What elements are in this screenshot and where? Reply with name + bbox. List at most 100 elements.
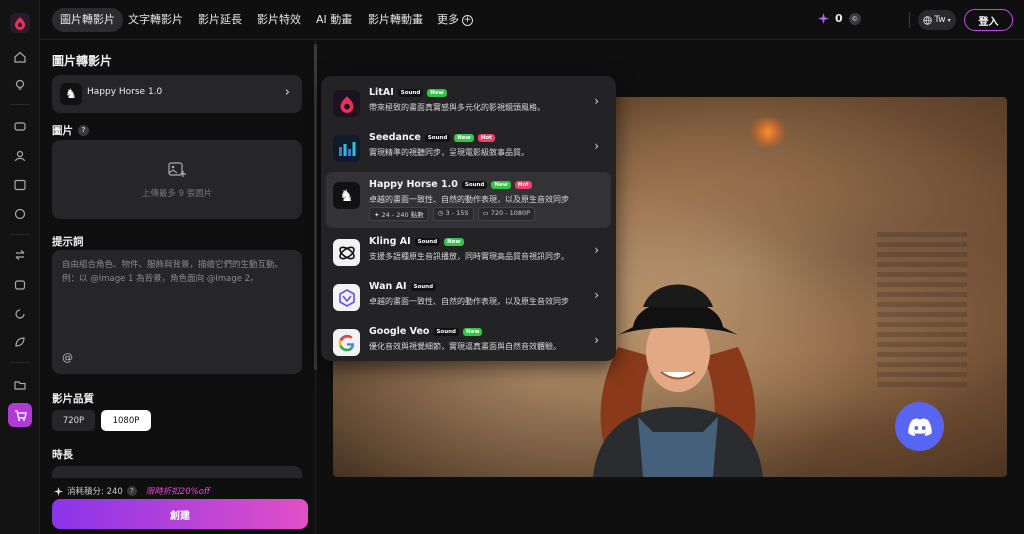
menu-item-title: Happy Horse 1.0 Sound New Hot: [369, 179, 532, 190]
prompt-placeholder: 自由組合角色、物件、服飾與背景，描繪它們的生動互動。例：以 @Image 1 為…: [62, 260, 284, 284]
new-badge: New: [444, 237, 464, 246]
menu-item-wan[interactable]: Wan AI Sound 卓越的畫面一致性、自然的動作表現，以及原生音效同步 ›: [326, 274, 611, 322]
cost-info: 消耗積分: 240 ? 限時折扣20%off: [54, 485, 210, 497]
app-logo-icon[interactable]: [10, 13, 30, 33]
chevron-down-icon: ▾: [947, 16, 951, 24]
swap-icon[interactable]: [12, 247, 28, 263]
user-icon[interactable]: [12, 148, 28, 164]
sound-badge: Sound: [461, 180, 488, 189]
menu-item-title: LitAI Sound New: [369, 87, 447, 98]
menu-item-happy-horse[interactable]: ♞ Happy Horse 1.0 Sound New Hot 卓越的畫面一致性、自然…: [326, 172, 611, 228]
image-upload-area[interactable]: 上傳最多 9 張圖片: [52, 140, 302, 219]
login-button[interactable]: 登入: [964, 9, 1013, 31]
tab-text-to-video[interactable]: 文字轉影片: [120, 8, 191, 32]
globe-icon: [923, 15, 933, 25]
model-name: Happy Horse 1.0: [369, 179, 458, 190]
model-description: 帶來極致的畫面真實感與多元化的影視鏡頭風格。: [369, 103, 545, 112]
duration-label: 時長: [52, 449, 73, 461]
model-description: 優化音效與視覺細節，實現逼真畫面與自然音效體驗。: [369, 342, 561, 351]
chip-text: 3 - 15S: [445, 209, 469, 217]
help-icon[interactable]: ?: [78, 125, 89, 136]
folder-icon[interactable]: [12, 377, 28, 393]
tab-ai-animation[interactable]: AI 動畫: [308, 8, 360, 32]
menu-item-seedance[interactable]: Seedance Sound New Hot 實現精準的視聽同步，呈現電影級敘事品質。…: [326, 125, 611, 173]
sparkle-icon: [818, 13, 829, 24]
language-selector[interactable]: Tw ▾: [918, 10, 956, 30]
quality-720p-button[interactable]: 720P: [52, 410, 95, 431]
prompt-input[interactable]: 自由組合角色、物件、服飾與背景，描繪它們的生動互動。例：以 @Image 1 為…: [52, 250, 302, 374]
top-nav: 圖片轉影片 文字轉影片 影片延長 影片特效 AI 動畫 影片轉動畫 更多 +: [40, 0, 1024, 40]
menu-item-google-veo[interactable]: Google Veo Sound New 優化音效與視覺細節，實現逼真畫面與自然音效…: [326, 319, 611, 367]
menu-item-litai[interactable]: LitAI Sound New 帶來極致的畫面真實感與多元化的影視鏡頭風格。 ›: [326, 80, 611, 128]
leaf-icon[interactable]: [12, 334, 28, 350]
menu-item-title: Google Veo Sound New: [369, 326, 483, 337]
settings-panel: 圖片轉影片 ♞ Happy Horse 1.0 › 圖片? 上傳最多 9 張圖片…: [40, 40, 316, 534]
tab-video-effects[interactable]: 影片特效: [249, 8, 309, 32]
fire-glow: [748, 117, 788, 147]
duration-slider[interactable]: [52, 466, 302, 478]
message-icon[interactable]: [12, 206, 28, 222]
hot-badge: Hot: [514, 180, 532, 189]
menu-item-title: Kling AI Sound New: [369, 236, 464, 247]
cart-icon[interactable]: [8, 403, 32, 427]
mention-button[interactable]: @: [62, 351, 73, 364]
model-name: Seedance: [369, 132, 421, 143]
chevron-right-icon: ›: [594, 139, 599, 153]
coin-icon: ©: [848, 12, 861, 25]
create-button[interactable]: 創建: [52, 499, 308, 529]
chip-text: 720 - 1080P: [490, 209, 531, 217]
discord-icon[interactable]: [895, 402, 944, 451]
home-icon[interactable]: [12, 49, 28, 65]
promo-text: 限時折扣20%off: [145, 487, 211, 497]
refresh-icon[interactable]: [12, 306, 28, 322]
sound-badge: Sound: [414, 237, 441, 246]
chat-icon[interactable]: [12, 119, 28, 135]
tab-more[interactable]: 更多 +: [429, 8, 481, 32]
model-name: Happy Horse 1.0: [87, 87, 163, 97]
chevron-right-icon: ›: [594, 94, 599, 108]
credits-range-chip: ✦ 24 - 240 點數: [369, 207, 429, 221]
tab-more-label: 更多: [437, 13, 459, 26]
seedance-logo-icon: [333, 135, 360, 162]
model-name: Google Veo: [369, 326, 430, 337]
image-label-text: 圖片: [52, 125, 73, 137]
sync-icon[interactable]: [12, 277, 28, 293]
menu-item-title: Wan AI Sound: [369, 281, 437, 292]
model-dropdown: LitAI Sound New 帶來極致的畫面真實感與多元化的影視鏡頭風格。 › S…: [321, 76, 616, 361]
nav-divider: [909, 12, 910, 28]
panel-scrollbar[interactable]: [314, 44, 317, 370]
quality-1080p-button[interactable]: 1080P: [101, 410, 151, 431]
cost-text: 消耗積分: 240: [67, 487, 123, 497]
model-description: 實現精準的視聽同步，呈現電影級敘事品質。: [369, 148, 529, 157]
model-selector[interactable]: ♞ Happy Horse 1.0 ›: [52, 75, 302, 113]
sound-badge: Sound: [433, 327, 459, 336]
quality-label: 影片品質: [52, 393, 94, 405]
image-upload-icon: [168, 162, 186, 177]
help-icon[interactable]: ?: [126, 486, 137, 496]
model-spec-chips: ✦ 24 - 240 點數 ◷ 3 - 15S ▭ 720 - 1080P: [369, 207, 536, 221]
bulb-icon[interactable]: [12, 77, 28, 93]
menu-item-kling[interactable]: Kling AI Sound New 支援多語種原生音訊播放，同時實現高品質音視訊同…: [326, 229, 611, 277]
credits-display[interactable]: 0 ©: [818, 12, 861, 25]
plus-circle-icon: +: [462, 14, 473, 26]
chevron-right-icon: ›: [284, 85, 290, 100]
upload-hint: 上傳最多 9 張圖片: [141, 189, 213, 199]
menu-item-title: Seedance Sound New Hot: [369, 132, 495, 143]
resolution-chip: ▭ 720 - 1080P: [477, 207, 536, 221]
image-label: 圖片?: [52, 123, 89, 138]
new-badge: New: [491, 180, 511, 189]
model-description: 卓越的畫面一致性、自然的動作表現，以及原生音效同步: [369, 297, 569, 306]
model-description: 卓越的畫面一致性、自然的動作表現，以及原生音效同步: [369, 195, 569, 204]
duration-chip: ◷ 3 - 15S: [432, 207, 474, 221]
tab-video-extend[interactable]: 影片延長: [190, 8, 250, 32]
tab-image-to-video[interactable]: 圖片轉影片: [52, 8, 123, 32]
litai-logo-icon: [333, 90, 360, 117]
rail-divider: [10, 104, 30, 105]
image-edit-icon[interactable]: [12, 177, 28, 193]
model-description: 支援多語種原生音訊播放，同時實現高品質音視訊同步。: [369, 252, 569, 261]
hot-badge: Hot: [477, 133, 495, 142]
tab-video-to-animation[interactable]: 影片轉動畫: [360, 8, 431, 32]
rail-divider: [10, 362, 30, 363]
sound-badge: Sound: [397, 88, 424, 97]
background-building: [877, 227, 967, 387]
